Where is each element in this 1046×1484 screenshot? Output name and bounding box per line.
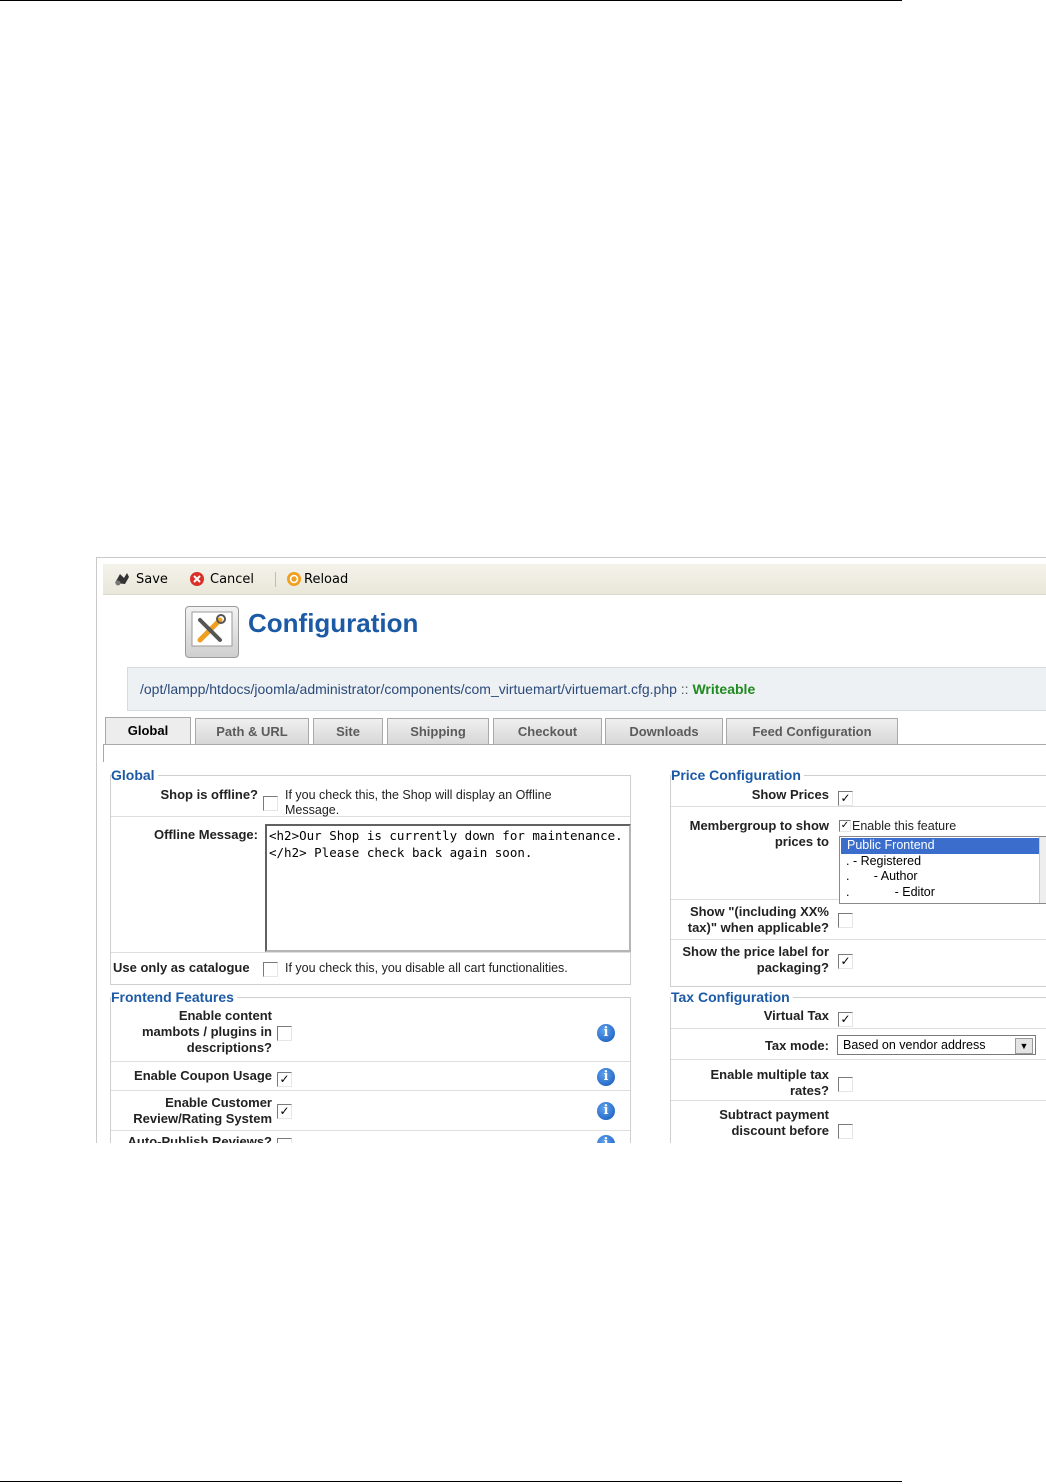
virtual-tax-label: Virtual Tax [763, 1008, 829, 1023]
tab-global[interactable]: Global [105, 717, 191, 745]
tab-shipping[interactable]: Shipping [387, 718, 489, 744]
price-configuration-fieldset: Price Configuration Show Prices ✓ Member… [670, 767, 1046, 987]
multiple-rates-checkbox[interactable] [838, 1077, 853, 1092]
save-icon [115, 573, 129, 586]
show-prices-checkbox[interactable]: ✓ [838, 791, 853, 806]
listbox-option[interactable]: . - Registered [840, 854, 1046, 870]
config-file-path: /opt/lampp/htdocs/joomla/administrator/c… [140, 681, 677, 697]
tax-mode-select[interactable]: Based on vendor address ▼ [837, 1035, 1036, 1055]
tax-configuration-fieldset: Tax Configuration Virtual Tax ✓ Tax mode… [670, 989, 1046, 1143]
membergroup-enable-checkbox[interactable]: ✓ [839, 820, 851, 832]
offline-message-row: Offline Message: <h2>Our Shop is current… [111, 817, 631, 953]
global-fieldset: Global Shop is offline? If you check thi… [110, 767, 631, 985]
including-tax-checkbox[interactable] [838, 913, 853, 928]
content-mambots-checkbox[interactable] [277, 1026, 292, 1041]
info-icon[interactable]: i [597, 1135, 615, 1143]
tab-site[interactable]: Site [313, 718, 383, 744]
offline-message-label: Offline Message: [153, 827, 258, 842]
listbox-option[interactable]: . - Editor [840, 885, 1046, 901]
subtract-discount-label: Subtract payment discount before [719, 1107, 829, 1138]
frontend-item-label: Auto-Publish Reviews? [127, 1134, 272, 1143]
toolbar: Save Cancel Reload [103, 564, 1046, 595]
virtual-tax-checkbox[interactable]: ✓ [838, 1012, 853, 1027]
page-bottom-rule [0, 1481, 902, 1482]
membergroup-row: Membergroup to show prices to ✓ Enable t… [671, 807, 1046, 904]
reload-button[interactable]: Reload [286, 571, 348, 587]
price-label-row: Show the price label for packaging? ✓ [671, 940, 1046, 980]
offline-message-textarea[interactable]: <h2>Our Shop is currently down for maint… [265, 824, 631, 952]
subtract-discount-checkbox[interactable] [838, 1124, 853, 1139]
listbox-scrollbar[interactable] [1039, 837, 1046, 903]
catalogue-label: Use only as catalogue [113, 960, 250, 975]
config-file-status: Writeable [692, 681, 756, 697]
config-file-separator: :: [680, 681, 689, 697]
tools-icon [185, 606, 239, 658]
tax-mode-row: Tax mode: Based on vendor address ▼ [671, 1029, 1046, 1060]
including-tax-row: Show "(including XX% tax)" when applicab… [671, 900, 1046, 940]
frontend-item-row: Enable content mambots / plugins in desc… [111, 998, 630, 1062]
virtual-tax-row: Virtual Tax ✓ [671, 998, 1046, 1029]
reload-icon [287, 572, 301, 586]
page-title: Configuration [248, 608, 419, 638]
info-icon[interactable]: i [597, 1102, 615, 1120]
shop-offline-note: If you check this, the Shop will display… [285, 788, 552, 817]
shop-offline-checkbox[interactable] [263, 796, 278, 811]
membergroup-label: Membergroup to show prices to [689, 818, 829, 849]
membergroup-listbox[interactable]: Public Frontend . - Registered . - Autho… [839, 836, 1046, 904]
frontend-item-label: Enable Customer Review/Rating System [133, 1095, 272, 1126]
multiple-rates-label: Enable multiple tax rates? [710, 1067, 829, 1098]
catalogue-note: If you check this, you disable all cart … [285, 961, 568, 975]
auto-publish-checkbox[interactable] [277, 1138, 292, 1143]
listbox-option[interactable]: . - Author [840, 869, 1046, 885]
frontend-item-row: Auto-Publish Reviews? i [111, 1131, 630, 1143]
frontend-item-label: Enable Coupon Usage [134, 1068, 272, 1083]
coupon-usage-checkbox[interactable]: ✓ [277, 1072, 292, 1087]
multiple-rates-row: Enable multiple tax rates? [671, 1060, 1046, 1101]
frontend-item-label: Enable content mambots / plugins in desc… [141, 1008, 272, 1055]
customer-review-checkbox[interactable]: ✓ [277, 1104, 292, 1119]
save-label: Save [136, 571, 168, 587]
shop-offline-row: Shop is offline? If you check this, the … [111, 776, 630, 817]
tab-feed-configuration[interactable]: Feed Configuration [726, 718, 898, 744]
toolbar-separator [275, 572, 276, 587]
save-button[interactable]: Save [113, 571, 168, 587]
membergroup-enable-label: Enable this feature [852, 819, 957, 833]
reload-label: Reload [304, 571, 349, 587]
cancel-label: Cancel [210, 571, 255, 587]
config-file-bar: /opt/lampp/htdocs/joomla/administrator/c… [127, 667, 1046, 711]
frontend-item-row: Enable Coupon Usage ✓ i [111, 1062, 630, 1091]
listbox-option[interactable]: Public Frontend [841, 838, 1040, 854]
info-icon[interactable]: i [597, 1068, 615, 1086]
catalogue-checkbox[interactable] [263, 962, 278, 977]
price-label-checkbox[interactable]: ✓ [838, 954, 853, 969]
catalogue-row: Use only as catalogue If you check this,… [111, 953, 630, 983]
tab-panel-border [103, 744, 104, 762]
tab-downloads[interactable]: Downloads [605, 718, 723, 744]
shop-offline-label: Shop is offline? [160, 787, 259, 802]
price-label-label: Show the price label for packaging? [682, 944, 829, 975]
show-prices-label: Show Prices [751, 787, 829, 802]
including-tax-label: Show "(including XX% tax)" when applicab… [687, 904, 829, 935]
chevron-down-icon[interactable]: ▼ [1015, 1038, 1033, 1054]
frontend-features-fieldset: Frontend Features Enable content mambots… [110, 989, 631, 1143]
tab-checkout[interactable]: Checkout [493, 718, 602, 744]
screenshot-frame: Save Cancel Reload Configuration /opt/la… [96, 557, 1046, 1143]
tab-baseline [103, 744, 1046, 745]
info-icon[interactable]: i [597, 1024, 615, 1042]
tax-mode-label: Tax mode: [764, 1038, 829, 1053]
cancel-icon [190, 572, 204, 586]
show-prices-row: Show Prices ✓ [671, 776, 1046, 807]
subtract-discount-row: Subtract payment discount before [671, 1101, 1046, 1143]
tax-mode-value: Based on vendor address [843, 1038, 986, 1052]
cancel-button[interactable]: Cancel [189, 571, 254, 587]
page-top-rule [0, 0, 902, 1]
frontend-item-row: Enable Customer Review/Rating System ✓ i [111, 1091, 630, 1131]
tab-path-url[interactable]: Path & URL [195, 718, 309, 744]
